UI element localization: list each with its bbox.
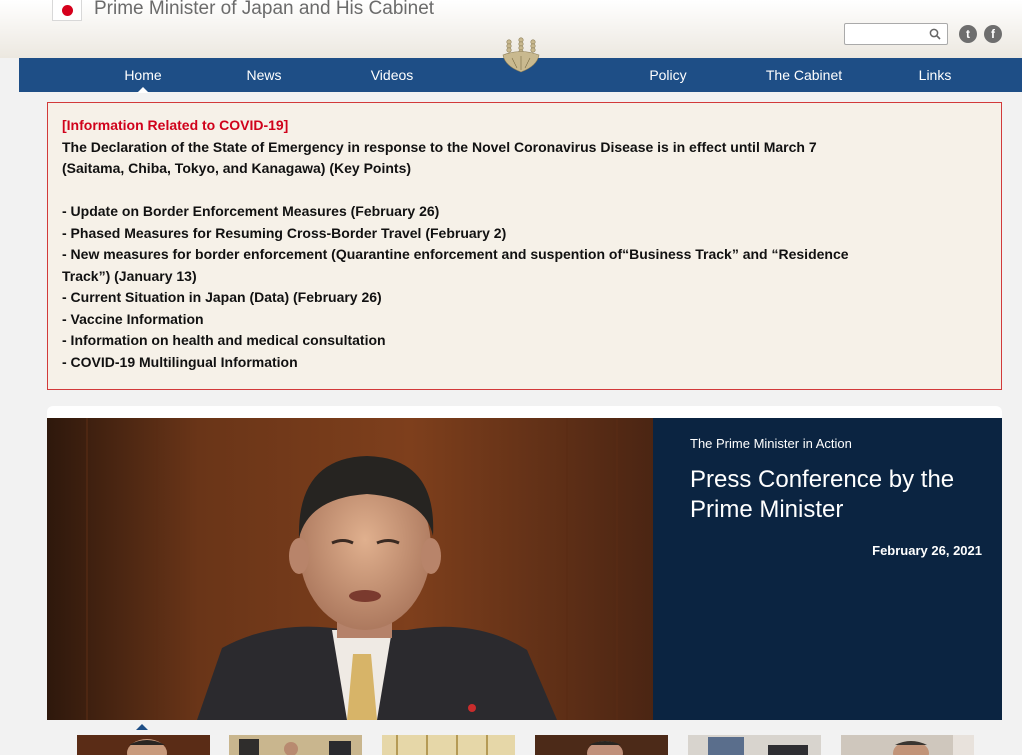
search-input[interactable] [845,24,923,44]
japan-flag-icon [52,0,82,21]
hero-kicker: The Prime Minister in Action [690,436,852,451]
hero-date: February 26, 2021 [872,543,982,558]
hero-caption-panel[interactable]: The Prime Minister in Action Press Confe… [653,418,1002,720]
hero-title[interactable]: Press Conference by the Prime Minister [690,465,982,525]
nav-news[interactable]: News [235,58,293,92]
covid-link-vaccine[interactable]: - Vaccine Information [62,309,987,331]
thumbnail-1[interactable] [77,735,210,755]
hero-title-line-2[interactable]: Prime Minister [690,495,982,525]
nav-links[interactable]: Links [909,58,961,92]
thumbnail-3[interactable] [382,735,515,755]
active-nav-indicator [137,87,149,93]
twitter-icon[interactable]: t [959,25,977,43]
covid-notice: [Information Related to COVID-19] The De… [47,102,1002,390]
search-box[interactable] [844,23,948,45]
emergency-key-points-link[interactable]: (Saitama, Chiba, Tokyo, and Kanagawa) (K… [62,158,987,180]
covid-link-current-situation[interactable]: - Current Situation in Japan (Data) (Feb… [62,287,987,309]
site-header[interactable]: Prime Minister of Japan and His Cabinet [52,0,434,26]
active-thumbnail-indicator [136,724,148,730]
thumbnail-2[interactable] [229,735,362,755]
hero-photo[interactable] [47,418,653,720]
covid-link-phased-measures[interactable]: - Phased Measures for Resuming Cross-Bor… [62,223,987,245]
nav-policy[interactable]: Policy [635,58,701,92]
hero-frame-top [47,406,1002,418]
thumbnail-4[interactable] [535,735,668,755]
covid-link-border-measures[interactable]: - Update on Border Enforcement Measures … [62,201,987,223]
covid-link-new-border-measures-cont[interactable]: Track”) (January 13) [62,266,987,288]
emergency-declaration-link[interactable]: The Declaration of the State of Emergenc… [62,137,987,159]
paulownia-emblem-icon[interactable] [500,36,542,74]
thumbnail-5[interactable] [688,735,821,755]
search-icon[interactable] [929,28,941,40]
facebook-icon[interactable]: f [984,25,1002,43]
hero-slide[interactable]: The Prime Minister in Action Press Confe… [47,418,1002,720]
site-title[interactable]: Prime Minister of Japan and His Cabinet [94,0,434,20]
covid-link-multilingual[interactable]: - COVID-19 Multilingual Information [62,352,987,374]
hero-title-line-1[interactable]: Press Conference by the [690,465,982,495]
nav-videos[interactable]: Videos [357,58,427,92]
covid-heading-link[interactable]: [Information Related to COVID-19] [62,115,987,137]
covid-link-new-border-measures[interactable]: - New measures for border enforcement (Q… [62,244,987,266]
thumbnail-6[interactable] [841,735,974,755]
nav-the-cabinet[interactable]: The Cabinet [757,58,851,92]
covid-link-health-consultation[interactable]: - Information on health and medical cons… [62,330,987,352]
